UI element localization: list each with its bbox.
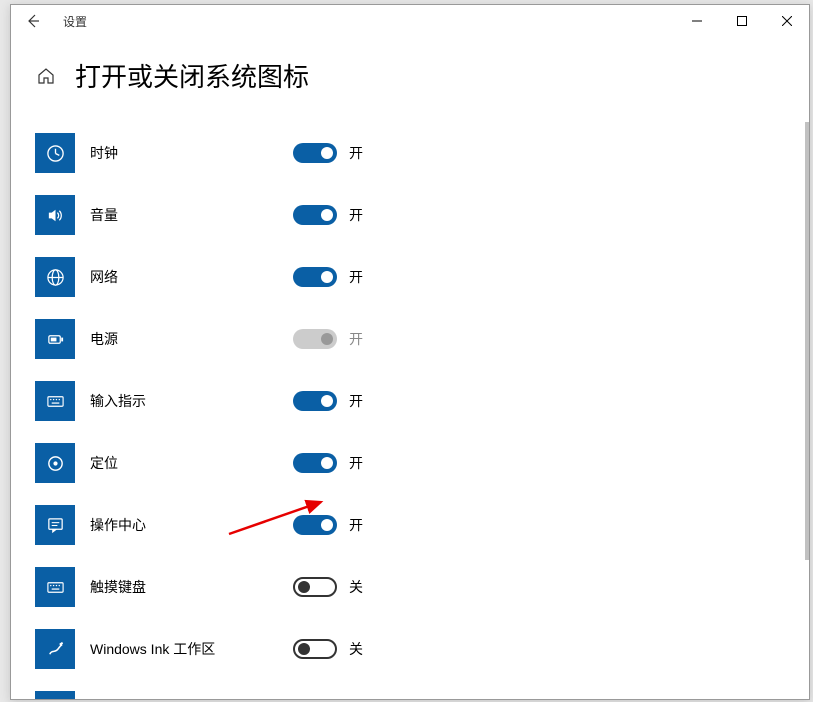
scrollbar[interactable] xyxy=(805,122,809,700)
window-controls xyxy=(674,6,809,36)
toggle-state-label: 关 xyxy=(349,577,363,597)
page-header: 打开或关闭系统图标 xyxy=(11,37,809,122)
clock-icon xyxy=(35,133,75,173)
touchpad-icon xyxy=(35,691,75,700)
setting-row-2: 网络 开 xyxy=(35,246,785,308)
setting-row-4: 输入指示 开 xyxy=(35,370,785,432)
setting-label: 定位 xyxy=(75,453,293,473)
setting-label: Windows Ink 工作区 xyxy=(75,639,293,659)
toggle-wrap: 开 xyxy=(293,515,363,535)
home-icon xyxy=(37,67,55,85)
toggle-wrap: 开 xyxy=(293,391,363,411)
close-icon xyxy=(782,16,792,26)
settings-list: 时钟开音量开网络开电源开输入指示开定位开操作中心开触摸键盘关Windows In… xyxy=(11,122,809,700)
setting-label: 输入指示 xyxy=(75,391,293,411)
toggle-state-label: 开 xyxy=(349,329,363,349)
toggle-wrap: 开 xyxy=(293,453,363,473)
window-title: 设置 xyxy=(63,13,87,30)
setting-row-1: 音量 开 xyxy=(35,184,785,246)
setting-row-9: 触摸板关 xyxy=(35,680,785,700)
minimize-icon xyxy=(692,16,702,26)
toggle-switch xyxy=(293,329,337,349)
setting-label: 时钟 xyxy=(75,143,293,163)
setting-label: 触摸键盘 xyxy=(75,577,293,597)
location-icon xyxy=(35,443,75,483)
home-button[interactable] xyxy=(35,65,57,87)
toggle-wrap: 关 xyxy=(293,639,363,659)
toggle-switch[interactable] xyxy=(293,205,337,225)
back-button[interactable] xyxy=(19,7,47,35)
toggle-state-label: 开 xyxy=(349,391,363,411)
toggle-switch[interactable] xyxy=(293,453,337,473)
settings-window: 设置 打开或关闭系统图标 时钟开音量开网络开电源开输入指示开定位开操作中心开触摸… xyxy=(10,4,810,700)
titlebar: 设置 xyxy=(11,5,809,37)
toggle-state-label: 开 xyxy=(349,205,363,225)
action-center-icon xyxy=(35,505,75,545)
toggle-state-label: 开 xyxy=(349,143,363,163)
toggle-state-label: 开 xyxy=(349,267,363,287)
toggle-wrap: 关 xyxy=(293,577,363,597)
page-title: 打开或关闭系统图标 xyxy=(75,57,309,94)
setting-row-7: 触摸键盘 关 xyxy=(35,556,785,618)
ime-icon xyxy=(35,381,75,421)
setting-row-5: 定位 开 xyxy=(35,432,785,494)
windows-ink-icon xyxy=(35,629,75,669)
toggle-wrap: 开 xyxy=(293,267,363,287)
toggle-wrap: 开 xyxy=(293,329,363,349)
maximize-icon xyxy=(737,16,747,26)
maximize-button[interactable] xyxy=(719,6,764,36)
setting-row-3: 电源 开 xyxy=(35,308,785,370)
toggle-state-label: 关 xyxy=(349,639,363,659)
content-area: 时钟开音量开网络开电源开输入指示开定位开操作中心开触摸键盘关Windows In… xyxy=(11,122,809,700)
toggle-switch[interactable] xyxy=(293,515,337,535)
toggle-switch[interactable] xyxy=(293,267,337,287)
back-arrow-icon xyxy=(25,13,41,29)
toggle-wrap: 开 xyxy=(293,143,363,163)
setting-label: 音量 xyxy=(75,205,293,225)
toggle-switch[interactable] xyxy=(293,639,337,659)
toggle-switch[interactable] xyxy=(293,577,337,597)
toggle-state-label: 开 xyxy=(349,453,363,473)
toggle-state-label: 开 xyxy=(349,515,363,535)
setting-label: 网络 xyxy=(75,267,293,287)
minimize-button[interactable] xyxy=(674,6,719,36)
setting-row-6: 操作中心 开 xyxy=(35,494,785,556)
setting-label: 操作中心 xyxy=(75,515,293,535)
toggle-switch[interactable] xyxy=(293,391,337,411)
close-button[interactable] xyxy=(764,6,809,36)
toggle-switch[interactable] xyxy=(293,143,337,163)
touch-keyboard-icon xyxy=(35,567,75,607)
network-icon xyxy=(35,257,75,297)
scrollbar-thumb[interactable] xyxy=(805,122,809,560)
setting-row-8: Windows Ink 工作区 关 xyxy=(35,618,785,680)
power-icon xyxy=(35,319,75,359)
setting-row-0: 时钟 开 xyxy=(35,122,785,184)
titlebar-left: 设置 xyxy=(19,7,87,35)
toggle-wrap: 开 xyxy=(293,205,363,225)
setting-label: 电源 xyxy=(75,329,293,349)
volume-icon xyxy=(35,195,75,235)
